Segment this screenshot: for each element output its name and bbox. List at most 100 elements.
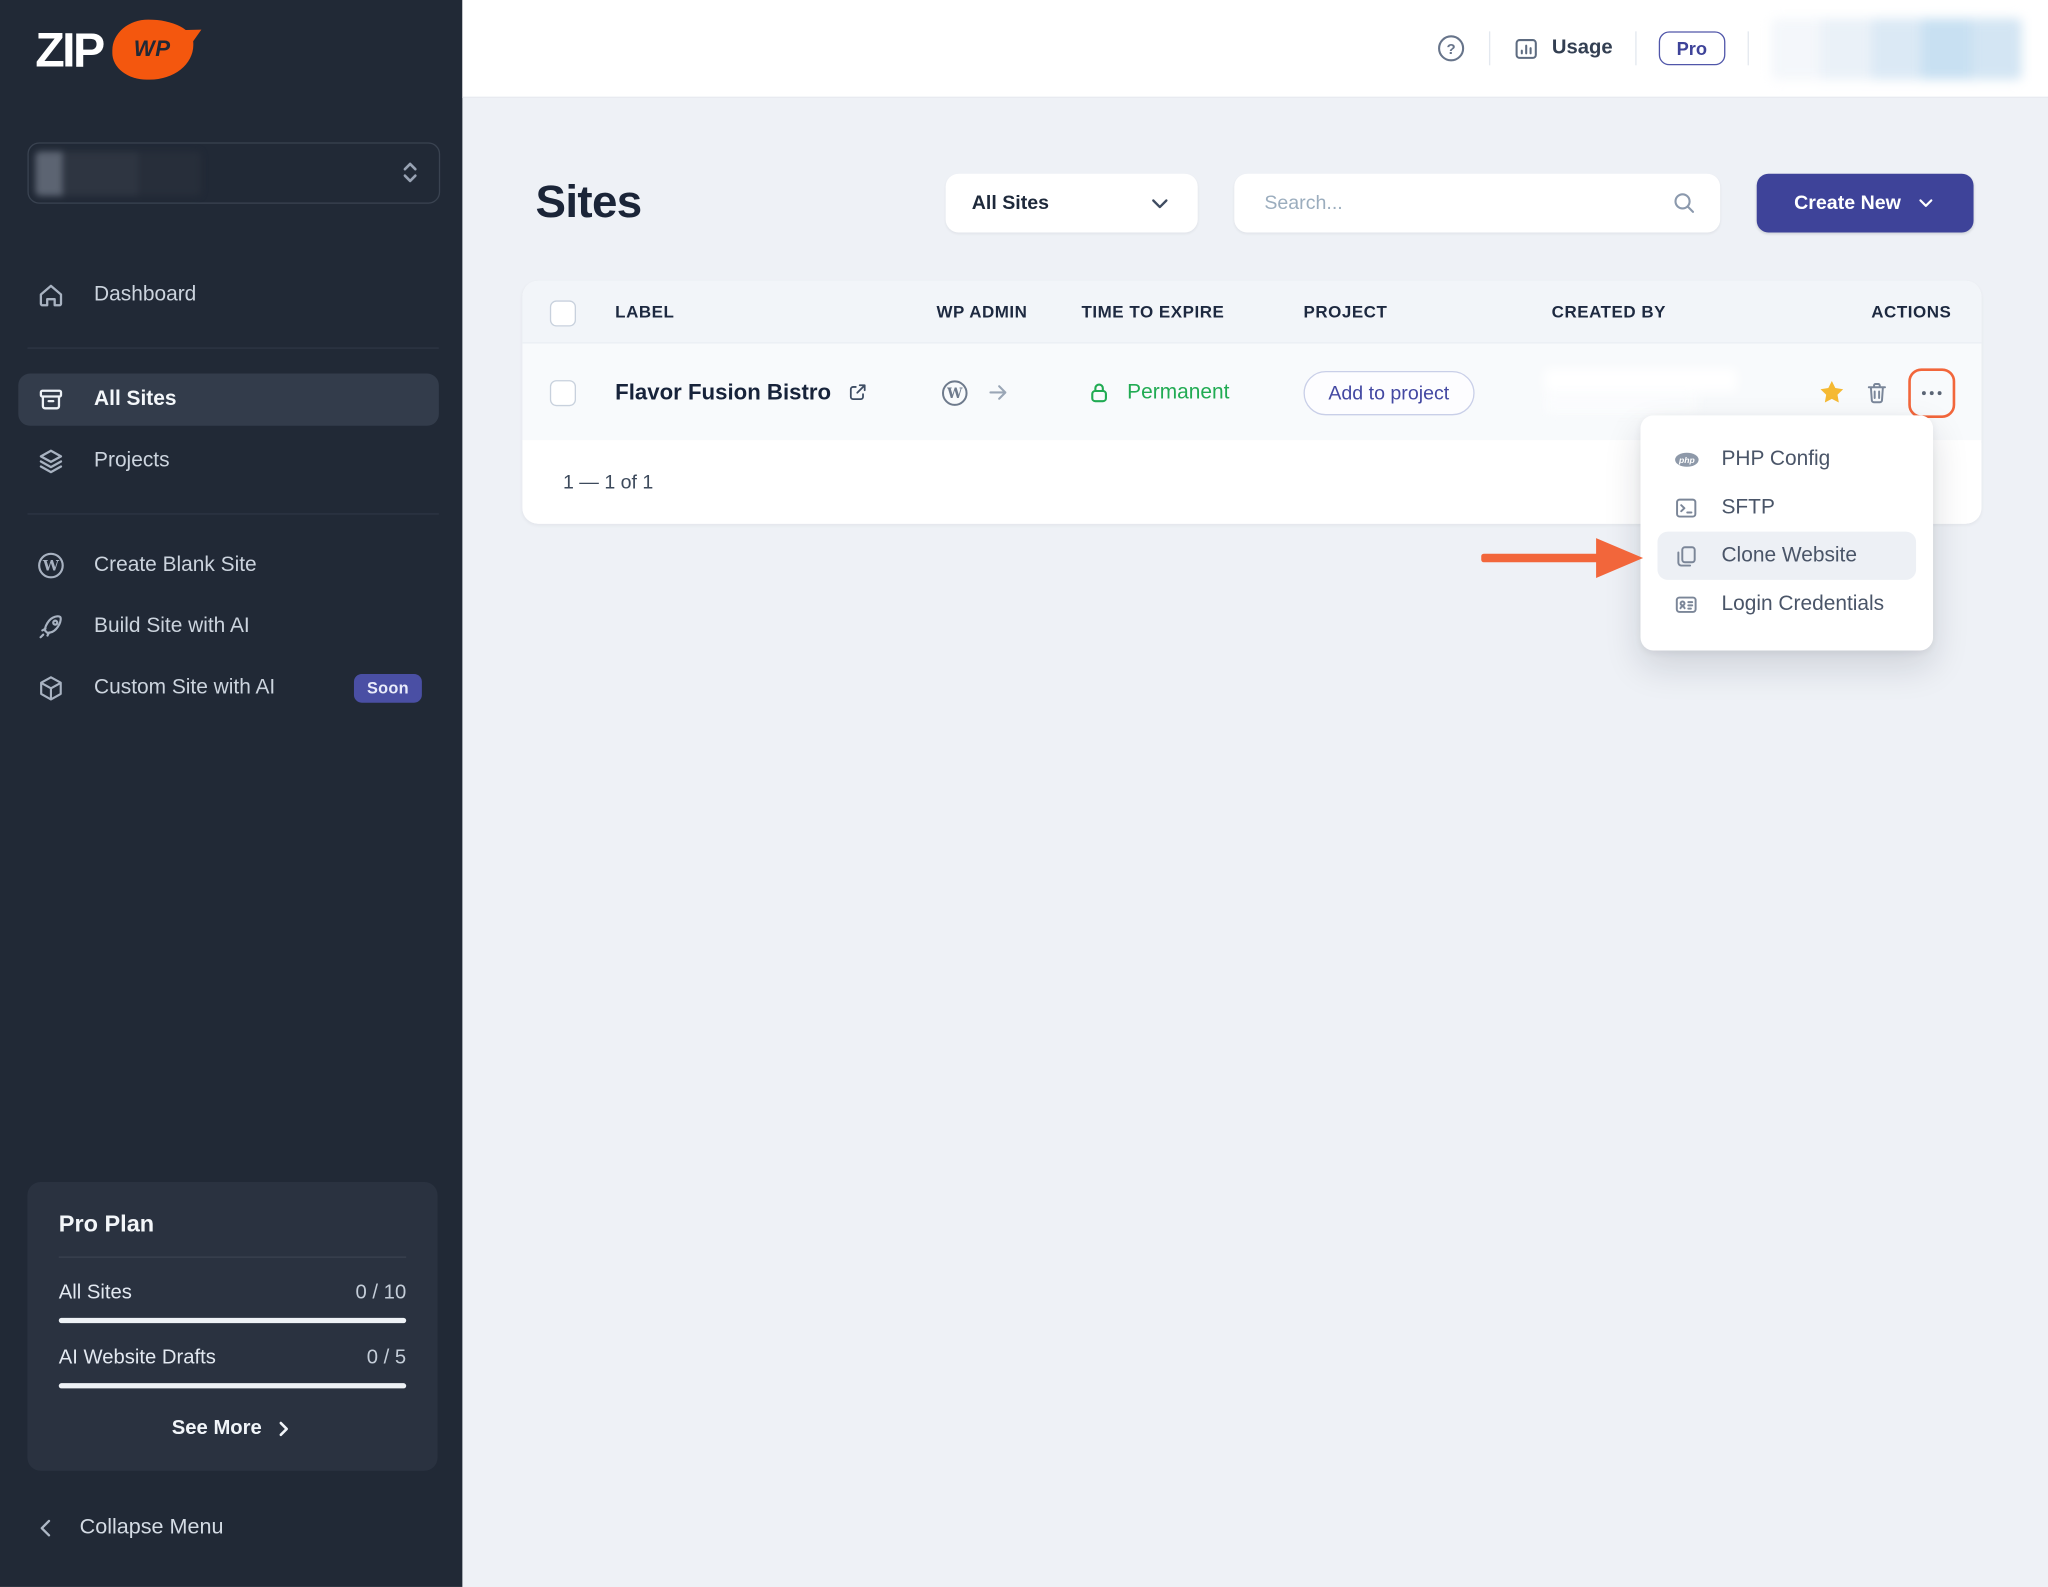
divider bbox=[1635, 31, 1636, 65]
wordpress-icon: W bbox=[940, 378, 969, 407]
sidebar: ZIP WP Dashboard All Sites bbox=[0, 0, 462, 1587]
soon-badge: Soon bbox=[354, 674, 422, 703]
plan-usage-label: All Sites bbox=[59, 1281, 132, 1305]
home-icon bbox=[37, 281, 66, 310]
sidebar-item-label: All Sites bbox=[94, 388, 176, 412]
sidebar-item-label: Dashboard bbox=[94, 283, 196, 307]
row-actions-menu: php PHP Config SFTP Clone Website bbox=[1640, 415, 1933, 650]
sidebar-item-custom-site-ai[interactable]: Custom Site with AI Soon bbox=[18, 662, 439, 714]
col-header-label: LABEL bbox=[615, 281, 674, 342]
menu-item-label: Login Credentials bbox=[1721, 592, 1884, 616]
sites-filter-select[interactable]: All Sites bbox=[946, 174, 1198, 233]
collapse-menu-label: Collapse Menu bbox=[80, 1515, 224, 1540]
workspace-selector[interactable] bbox=[27, 142, 440, 203]
delete-trash-icon[interactable] bbox=[1864, 379, 1890, 405]
sidebar-divider bbox=[27, 347, 438, 348]
search-icon bbox=[1672, 191, 1697, 216]
col-header-created-by: CREATED BY bbox=[1552, 281, 1666, 342]
sidebar-item-all-sites[interactable]: All Sites bbox=[18, 374, 439, 426]
chevrons-up-down-icon bbox=[397, 158, 423, 187]
menu-item-label: SFTP bbox=[1721, 496, 1774, 520]
menu-item-sftp[interactable]: SFTP bbox=[1657, 483, 1916, 531]
wp-admin-cell[interactable]: W bbox=[940, 344, 1011, 442]
add-to-project-label: Add to project bbox=[1328, 382, 1449, 404]
row-menu-ellipsis-button[interactable] bbox=[1908, 368, 1955, 418]
plan-title: Pro Plan bbox=[59, 1211, 406, 1238]
layers-icon bbox=[37, 447, 66, 476]
col-header-actions: ACTIONS bbox=[1871, 281, 1951, 342]
created-by-redacted bbox=[1544, 368, 1737, 416]
cube-icon bbox=[37, 674, 66, 703]
svg-text:?: ? bbox=[1447, 41, 1456, 58]
chevron-down-icon bbox=[1917, 193, 1937, 213]
collapse-menu-button[interactable]: Collapse Menu bbox=[35, 1515, 223, 1540]
help-icon[interactable]: ? bbox=[1436, 33, 1467, 64]
progress-bar-all-sites bbox=[59, 1318, 406, 1323]
search-input[interactable]: Search... bbox=[1234, 174, 1720, 233]
plan-card: Pro Plan All Sites 0 / 10 AI Website Dra… bbox=[27, 1182, 437, 1471]
arrow-right-icon bbox=[986, 380, 1011, 405]
lock-icon bbox=[1087, 380, 1112, 405]
sidebar-item-build-site-ai[interactable]: Build Site with AI bbox=[18, 601, 439, 653]
menu-item-php-config[interactable]: php PHP Config bbox=[1657, 435, 1916, 483]
bar-chart-icon bbox=[1513, 35, 1540, 62]
logo-zip-text: ZIP bbox=[35, 25, 102, 73]
svg-text:W: W bbox=[42, 559, 60, 575]
chevron-right-icon bbox=[275, 1420, 293, 1438]
main-area: ? Usage Pro Sites bbox=[462, 0, 2048, 1587]
sidebar-item-label: Build Site with AI bbox=[94, 615, 250, 639]
site-name: Flavor Fusion Bistro bbox=[615, 379, 831, 405]
top-header: ? Usage Pro bbox=[462, 0, 2048, 98]
table-header-row: LABEL WP ADMIN TIME TO EXPIRE PROJECT CR… bbox=[522, 281, 1981, 342]
row-checkbox[interactable] bbox=[550, 380, 576, 406]
pro-plan-badge[interactable]: Pro bbox=[1658, 31, 1725, 65]
see-more-label: See More bbox=[172, 1417, 262, 1441]
create-new-label: Create New bbox=[1794, 192, 1901, 214]
sidebar-item-projects[interactable]: Projects bbox=[18, 435, 439, 487]
php-icon: php bbox=[1673, 446, 1699, 472]
wordpress-icon: W bbox=[37, 551, 66, 580]
menu-item-label: PHP Config bbox=[1721, 447, 1830, 471]
copy-pages-icon bbox=[1673, 543, 1699, 569]
plan-usage-value: 0 / 5 bbox=[367, 1347, 406, 1371]
col-header-wp-admin: WP ADMIN bbox=[936, 281, 1027, 342]
expire-value: Permanent bbox=[1127, 381, 1229, 405]
sidebar-item-label: Custom Site with AI bbox=[94, 677, 275, 701]
menu-item-label: Clone Website bbox=[1721, 544, 1857, 568]
filter-selected-value: All Sites bbox=[972, 192, 1049, 214]
divider bbox=[59, 1256, 406, 1257]
plan-usage-value: 0 / 10 bbox=[356, 1281, 407, 1305]
select-all-checkbox[interactable] bbox=[550, 300, 576, 326]
chevron-down-icon bbox=[1148, 191, 1172, 215]
pagination-text: 1 — 1 of 1 bbox=[563, 471, 653, 493]
see-more-button[interactable]: See More bbox=[59, 1417, 406, 1441]
menu-item-login-credentials[interactable]: Login Credentials bbox=[1657, 580, 1916, 628]
sidebar-item-label: Create Blank Site bbox=[94, 554, 257, 578]
create-new-button[interactable]: Create New bbox=[1757, 174, 1974, 233]
col-header-project: PROJECT bbox=[1304, 281, 1388, 342]
sidebar-item-create-blank-site[interactable]: W Create Blank Site bbox=[18, 539, 439, 591]
menu-item-clone-website[interactable]: Clone Website bbox=[1657, 532, 1916, 580]
usage-button[interactable]: Usage bbox=[1513, 35, 1613, 62]
archive-icon bbox=[37, 385, 66, 414]
divider bbox=[1489, 31, 1490, 65]
account-redacted[interactable] bbox=[1771, 18, 2022, 79]
plan-usage-label: AI Website Drafts bbox=[59, 1347, 216, 1371]
annotation-arrow bbox=[1481, 536, 1643, 580]
chevron-left-icon bbox=[35, 1516, 56, 1540]
plan-usage-row: All Sites 0 / 10 bbox=[59, 1281, 406, 1305]
logo-wp-text: WP bbox=[134, 37, 171, 63]
time-to-expire-cell: Permanent bbox=[1087, 344, 1230, 442]
usage-label: Usage bbox=[1552, 37, 1613, 61]
site-name-cell: Flavor Fusion Bistro bbox=[615, 344, 869, 442]
divider bbox=[1748, 31, 1749, 65]
rocket-icon bbox=[37, 613, 66, 642]
favorite-star-icon[interactable] bbox=[1818, 379, 1845, 406]
external-link-icon[interactable] bbox=[847, 381, 869, 403]
terminal-icon bbox=[1673, 494, 1699, 520]
search-placeholder: Search... bbox=[1264, 192, 1342, 214]
add-to-project-button[interactable]: Add to project bbox=[1304, 371, 1475, 415]
sidebar-item-dashboard[interactable]: Dashboard bbox=[18, 269, 439, 321]
plan-usage-row: AI Website Drafts 0 / 5 bbox=[59, 1347, 406, 1371]
zipwp-logo: ZIP WP bbox=[35, 20, 192, 80]
